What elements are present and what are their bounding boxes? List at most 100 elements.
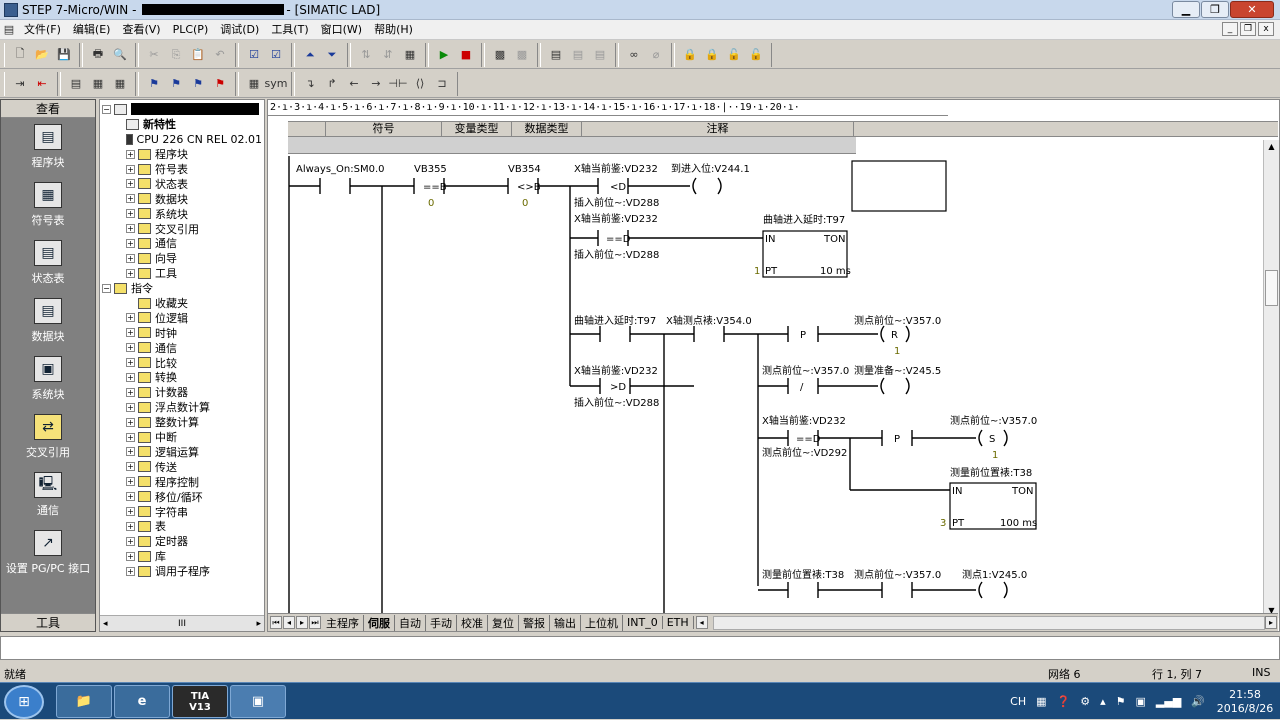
expand-icon[interactable]: + xyxy=(126,209,135,219)
tab-host[interactable]: 上位机 xyxy=(581,614,623,631)
remove-bookmarks-icon[interactable]: ⚑ xyxy=(210,74,230,94)
col-data-type[interactable]: 数据类型 xyxy=(512,122,582,136)
nav-program-block[interactable]: ▤ 程序块 xyxy=(1,118,95,176)
tree-instruction-item[interactable]: + 字符串 xyxy=(102,504,262,519)
close-button[interactable]: ✕ xyxy=(1230,1,1274,18)
help-icon[interactable]: ❓ xyxy=(1057,695,1071,708)
apply-symbols-icon[interactable]: ▦ xyxy=(244,74,264,94)
tree-instruction-item[interactable]: + 时钟 xyxy=(102,325,262,340)
contact-icon[interactable]: ⊣⊢ xyxy=(388,74,408,94)
save-icon[interactable]: 💾 xyxy=(54,45,74,65)
expand-icon[interactable]: + xyxy=(126,358,135,368)
prev-bookmark-icon[interactable]: ⚑ xyxy=(188,74,208,94)
bookmark-icon[interactable]: ⚑ xyxy=(144,74,164,94)
mdi-close-button[interactable]: x xyxy=(1258,22,1274,36)
prev-tab-icon[interactable]: ◂ xyxy=(283,616,295,629)
explorer-task[interactable]: 📁 xyxy=(56,685,112,718)
tree-instruction-item[interactable]: + 调用子程序 xyxy=(102,564,262,579)
nav-data-block[interactable]: ▤ 数据块 xyxy=(1,292,95,350)
tab-scroll-right-icon[interactable]: ▸ xyxy=(1265,616,1277,629)
sort-asc-icon[interactable]: ⇅ xyxy=(356,45,376,65)
clock[interactable]: 21:58 2016/8/26 xyxy=(1210,688,1280,716)
tree-instructions[interactable]: − 指令 xyxy=(102,281,262,296)
open-icon[interactable]: 📂 xyxy=(32,45,52,65)
flag-icon[interactable]: ⚑ xyxy=(1116,695,1126,708)
output-window[interactable] xyxy=(0,636,1280,660)
line-right-icon[interactable]: → xyxy=(366,74,386,94)
tab-output[interactable]: 输出 xyxy=(550,614,581,631)
col-var-type[interactable]: 变量类型 xyxy=(442,122,512,136)
scroll-up-icon[interactable]: ▲ xyxy=(1264,140,1279,154)
ie-task[interactable]: e xyxy=(114,685,170,718)
tree-instruction-item[interactable]: + 通信 xyxy=(102,340,262,355)
expand-icon[interactable]: + xyxy=(126,268,135,278)
lang-indicator[interactable]: CH xyxy=(1010,695,1026,708)
next-bookmark-icon[interactable]: ⚑ xyxy=(166,74,186,94)
single-read-icon[interactable]: ▤ xyxy=(568,45,588,65)
expand-icon[interactable]: + xyxy=(126,313,135,323)
expand-icon[interactable]: + xyxy=(126,194,135,204)
tree-instruction-item[interactable]: + 浮点数计算 xyxy=(102,400,262,415)
cut-icon[interactable]: ✂ xyxy=(144,45,164,65)
download-icon[interactable]: ⏷ xyxy=(322,45,342,65)
expand-icon[interactable]: + xyxy=(126,566,135,576)
unforce-icon[interactable]: ⌀ xyxy=(646,45,666,65)
line-left-icon[interactable]: ← xyxy=(344,74,364,94)
expand-icon[interactable]: + xyxy=(126,447,135,457)
tree-project-root[interactable]: − xyxy=(102,102,262,117)
last-tab-icon[interactable]: ⏭ xyxy=(309,616,321,629)
expand-icon[interactable]: + xyxy=(126,343,135,353)
tree-project-item[interactable]: + 工具 xyxy=(102,266,262,281)
copy-icon[interactable]: ⎘ xyxy=(166,45,186,65)
mdi-minimize-button[interactable]: _ xyxy=(1222,22,1238,36)
print-preview-icon[interactable]: 🔍 xyxy=(110,45,130,65)
expand-icon[interactable]: + xyxy=(126,536,135,546)
menu-help[interactable]: 帮助(H) xyxy=(368,20,419,40)
insert-network-icon[interactable]: ⇥ xyxy=(10,74,30,94)
upload-icon[interactable]: ⏶ xyxy=(300,45,320,65)
tab-eth[interactable]: ETH xyxy=(663,616,694,629)
symbol-info-icon[interactable]: ▦ xyxy=(88,74,108,94)
expand-icon[interactable]: + xyxy=(126,238,135,248)
tree-project-item[interactable]: + 程序块 xyxy=(102,147,262,162)
ime-icon[interactable]: ▦ xyxy=(1036,695,1046,708)
line-up-icon[interactable]: ↱ xyxy=(322,74,342,94)
tree-project-item[interactable]: + 交叉引用 xyxy=(102,221,262,236)
tree-instruction-item[interactable]: + 中断 xyxy=(102,430,262,445)
tab-auto[interactable]: 自动 xyxy=(395,614,426,631)
tray-expand-icon[interactable]: ▴ xyxy=(1100,695,1106,708)
tree-instruction-item[interactable]: + 整数计算 xyxy=(102,415,262,430)
scroll-thumb[interactable]: III xyxy=(178,619,186,629)
menu-edit[interactable]: 编辑(E) xyxy=(67,20,117,40)
menu-plc[interactable]: PLC(P) xyxy=(167,20,215,40)
ladder-diagram[interactable]: Always_On:SM0.0 VB355 ==B 0 VB354 <>B 0 X轴当前鉴:V… xyxy=(288,156,1258,614)
expand-icon[interactable]: + xyxy=(126,328,135,338)
tab-reset[interactable]: 复位 xyxy=(488,614,519,631)
tab-alarm[interactable]: 警报 xyxy=(519,614,550,631)
ime-options-icon[interactable]: ⚙ xyxy=(1080,695,1090,708)
expand-icon[interactable]: + xyxy=(126,462,135,472)
chart-status-icon[interactable]: ▤ xyxy=(546,45,566,65)
step7-task[interactable]: ▣ xyxy=(230,685,286,718)
options-icon[interactable]: ▦ xyxy=(400,45,420,65)
minimize-button[interactable]: ▁ xyxy=(1172,1,1200,18)
delete-network-icon[interactable]: ⇤ xyxy=(32,74,52,94)
tree-instruction-item[interactable]: + 逻辑运算 xyxy=(102,444,262,459)
menu-tools[interactable]: 工具(T) xyxy=(265,20,314,40)
local-symbol-row[interactable] xyxy=(288,137,856,154)
expand-icon[interactable]: + xyxy=(126,492,135,502)
tree-instruction-item[interactable]: + 库 xyxy=(102,549,262,564)
tree-instruction-item[interactable]: +收藏夹 xyxy=(102,296,262,311)
tree-project-item[interactable]: + 向导 xyxy=(102,251,262,266)
nav-communication[interactable]: 🖳 通信 xyxy=(1,466,95,524)
table-icon[interactable]: ▦ xyxy=(110,74,130,94)
tree-instruction-item[interactable]: + 程序控制 xyxy=(102,474,262,489)
next-tab-icon[interactable]: ▸ xyxy=(296,616,308,629)
unforce-all-icon[interactable]: 🔓 xyxy=(746,45,766,65)
nav-system-block[interactable]: ▣ 系统块 xyxy=(1,350,95,408)
sym-icon[interactable]: sym xyxy=(265,74,288,94)
tree-instruction-item[interactable]: + 比较 xyxy=(102,355,262,370)
tree-instruction-item[interactable]: + 转换 xyxy=(102,370,262,385)
tab-main[interactable]: 主程序 xyxy=(322,614,364,631)
start-button[interactable]: ⊞ xyxy=(4,685,44,719)
